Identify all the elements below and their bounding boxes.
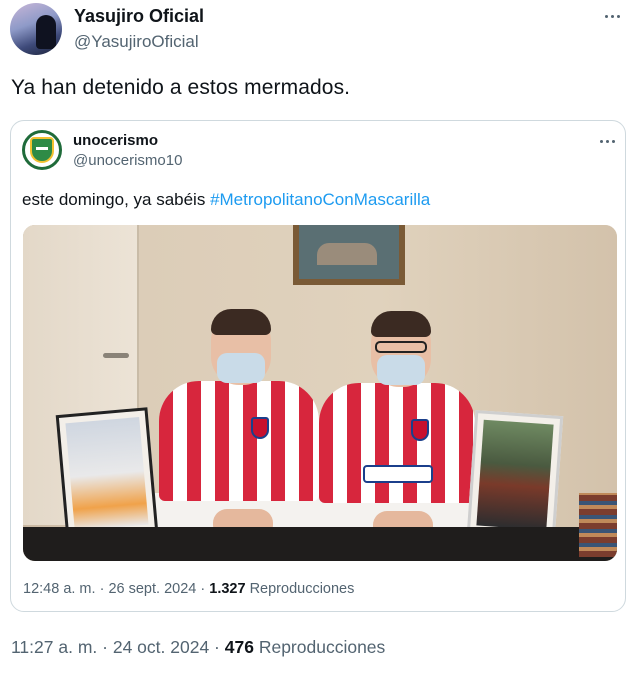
stacked-towels	[579, 493, 617, 557]
author-handle[interactable]: @YasujiroOficial	[74, 32, 199, 52]
tweet-text: Ya han detenido a estos mermados.	[11, 76, 351, 99]
club-badge	[411, 419, 429, 441]
person-right	[319, 311, 475, 551]
framed-photo-right	[466, 410, 564, 540]
football-shirt	[319, 383, 475, 503]
timestamp-time[interactable]: 11:27 a. m.	[11, 637, 97, 657]
framed-photo-left	[55, 407, 159, 541]
quoted-tweet[interactable]: unocerismo @unocerismo10 este domingo, y…	[10, 120, 626, 612]
meta-separator: ·	[99, 581, 105, 597]
avatar-figure	[36, 15, 56, 49]
more-options-button[interactable]	[600, 6, 624, 26]
club-badge	[251, 417, 269, 439]
tweet: Yasujiro Oficial @YasujiroOficial Ya han…	[0, 0, 636, 681]
hashtag-link[interactable]: #MetropolitanoConMascarilla	[210, 190, 430, 209]
quoted-author-avatar[interactable]	[22, 130, 62, 170]
framed-photo-image	[476, 419, 554, 531]
timestamp-date[interactable]: 24 oct. 2024	[113, 637, 209, 657]
shirt-sponsor	[363, 465, 433, 483]
quoted-text-prefix: este domingo, ya sabéis	[22, 190, 211, 209]
club-crest-icon	[30, 137, 54, 163]
glasses	[375, 341, 427, 353]
quoted-timestamp-date[interactable]: 26 sept. 2024	[108, 581, 196, 597]
door-handle	[103, 353, 129, 358]
meta-separator: ·	[200, 581, 206, 597]
quoted-author-handle[interactable]: @unocerismo10	[73, 152, 182, 169]
quoted-author-display-name[interactable]: unocerismo	[73, 132, 158, 149]
quoted-more-options-button[interactable]	[597, 133, 617, 149]
more-horizontal-icon	[604, 14, 608, 18]
meta-separator: ·	[102, 637, 108, 657]
views-count: 476	[224, 637, 254, 657]
table	[23, 527, 617, 561]
football-shirt	[159, 381, 319, 501]
quoted-timestamp-time[interactable]: 12:48 a. m.	[23, 581, 96, 597]
author-avatar[interactable]	[10, 3, 62, 55]
author-display-name[interactable]: Yasujiro Oficial	[74, 6, 204, 27]
more-horizontal-icon	[616, 14, 620, 18]
more-horizontal-icon	[605, 139, 609, 143]
quoted-views-label: Reproducciones	[249, 581, 355, 597]
wall-painting	[293, 225, 405, 285]
more-horizontal-icon	[599, 139, 603, 143]
views-label: Reproducciones	[258, 637, 386, 657]
quoted-views-count: 1.327	[209, 581, 246, 597]
quoted-tweet-meta: 12:48 a. m. · 26 sept. 2024 · 1.327 Repr…	[23, 581, 354, 597]
quoted-tweet-text: este domingo, ya sabéis #MetropolitanoCo…	[22, 190, 430, 210]
hair	[211, 309, 271, 335]
framed-photo-image	[65, 416, 149, 532]
meta-separator: ·	[214, 637, 220, 657]
hair	[371, 311, 431, 337]
tweet-meta: 11:27 a. m. · 24 oct. 2024 · 476 Reprodu…	[11, 637, 385, 658]
face-mask	[377, 355, 425, 385]
quoted-media-image[interactable]	[23, 225, 617, 561]
more-horizontal-icon	[611, 139, 615, 143]
face-mask	[217, 353, 265, 383]
person-left	[159, 309, 319, 553]
more-horizontal-icon	[610, 14, 614, 18]
